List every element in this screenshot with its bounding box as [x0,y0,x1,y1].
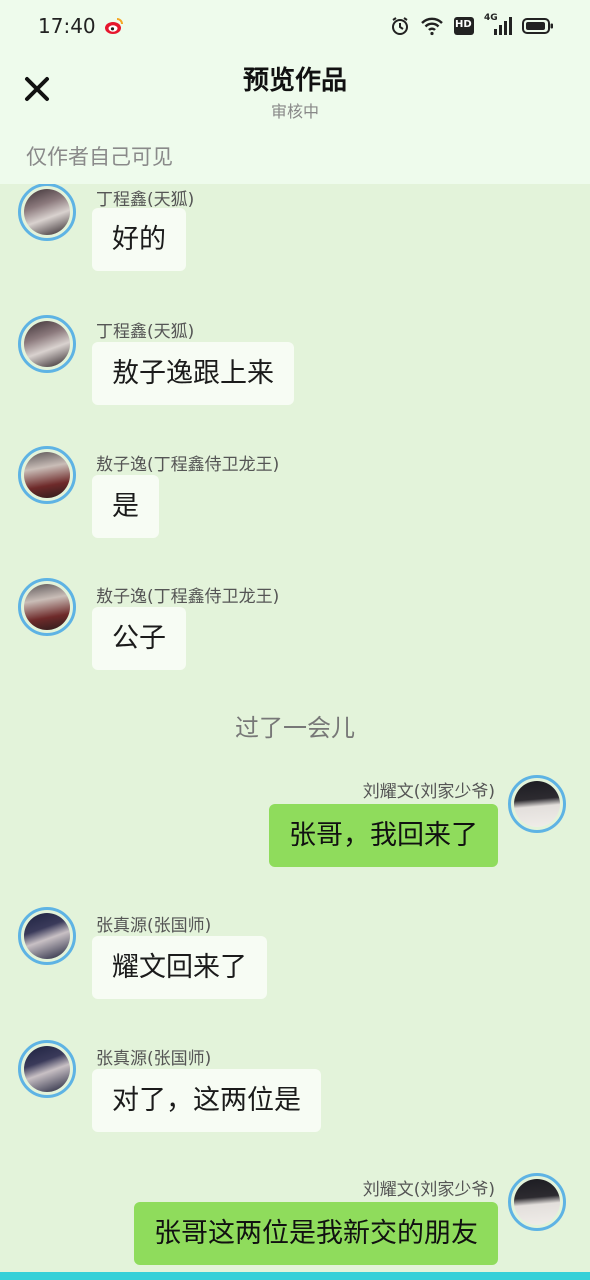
avatar[interactable] [18,446,76,504]
avatar[interactable] [508,775,566,833]
message-bubble[interactable]: 公子 [92,607,186,670]
avatar[interactable] [18,907,76,965]
message-bubble[interactable]: 好的 [92,208,186,271]
sender-name: 刘耀文(刘家少爷) [362,1180,495,1200]
sender-name: 敖子逸(丁程鑫侍卫龙王) [96,587,280,607]
alarm-icon [390,16,410,36]
message-bubble[interactable]: 敖子逸跟上来 [92,342,294,405]
sender-name: 丁程鑫(天狐) [96,190,195,210]
message-bubble[interactable]: 对了，这两位是 [92,1069,321,1132]
signal-4g-icon: 4G [484,13,512,37]
hd-icon: HD [454,17,474,35]
message-bubble[interactable]: 张哥这两位是我新交的朋友 [134,1202,498,1265]
bottom-accent-bar [0,1272,590,1280]
sender-name: 刘耀文(刘家少爷) [362,782,495,802]
message-bubble[interactable]: 耀文回来了 [92,936,267,999]
review-status: 审核中 [270,102,319,121]
weibo-icon [104,16,124,36]
sender-name: 张真源(张国师) [96,1049,212,1069]
header-area: 17:40 HD 4G 预览作品 审核中 仅作者自己可见 [0,0,590,184]
avatar[interactable] [508,1173,566,1231]
sender-name: 丁程鑫(天狐) [96,322,195,342]
message-bubble[interactable]: 张哥，我回来了 [269,804,498,867]
status-bar: 17:40 HD 4G [0,0,590,52]
status-time: 17:40 [38,14,96,38]
hd-label: HD [455,19,472,30]
status-icons: HD 4G [390,13,554,38]
sender-name: 敖子逸(丁程鑫侍卫龙王) [96,455,280,475]
wifi-icon [420,16,444,36]
avatar[interactable] [18,315,76,373]
avatar[interactable] [18,184,76,241]
sender-name: 张真源(张国师) [96,916,212,936]
avatar[interactable] [18,1040,76,1098]
narration-text: 过了一会儿 [235,714,355,742]
avatar[interactable] [18,578,76,636]
battery-icon [522,17,554,35]
message-bubble[interactable]: 是 [92,475,159,538]
chat-feed[interactable]: 丁程鑫(天狐) 好的 丁程鑫(天狐) 敖子逸跟上来 敖子逸(丁程鑫侍卫龙王) 是… [0,184,590,1272]
visibility-note: 仅作者自己可见 [26,145,173,169]
page-title: 预览作品 [242,66,347,96]
